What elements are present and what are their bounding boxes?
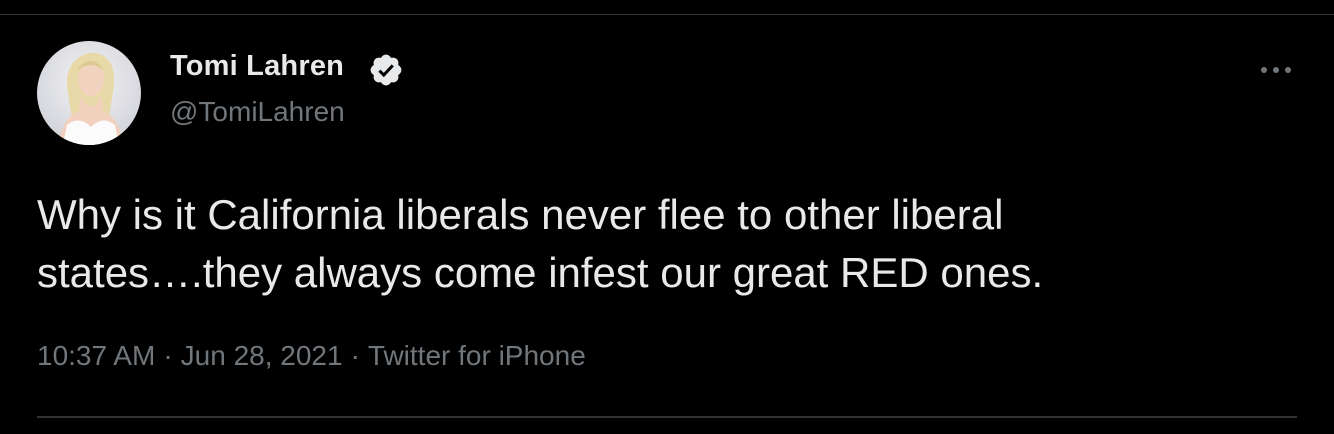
user-handle[interactable]: @TomiLahren: [170, 96, 345, 128]
meta-separator: ·: [350, 340, 360, 371]
verified-badge-icon: [370, 54, 402, 86]
profile-photo-icon: [59, 52, 123, 145]
display-name[interactable]: Tomi Lahren: [170, 50, 344, 83]
tweet-text: Why is it California liberals never flee…: [37, 186, 1297, 302]
tweet-text-line: states….they always come infest our grea…: [37, 249, 1044, 296]
tweet: Tomi Lahren @TomiLahren Why is it Califo…: [0, 0, 1334, 434]
bottom-divider: [37, 416, 1297, 418]
tweet-time[interactable]: 10:37 AM: [37, 340, 155, 371]
tweet-text-line: Why is it California liberals never flee…: [37, 191, 1004, 238]
more-horizontal-icon: [1261, 67, 1291, 73]
tweet-source[interactable]: Twitter for iPhone: [368, 340, 586, 371]
more-options-button[interactable]: [1256, 56, 1296, 84]
meta-separator: ·: [163, 340, 173, 371]
avatar[interactable]: [37, 41, 141, 145]
tweet-date[interactable]: Jun 28, 2021: [181, 340, 343, 371]
tweet-metadata: 10:37 AM · Jun 28, 2021 · Twitter for iPhone: [37, 340, 586, 372]
